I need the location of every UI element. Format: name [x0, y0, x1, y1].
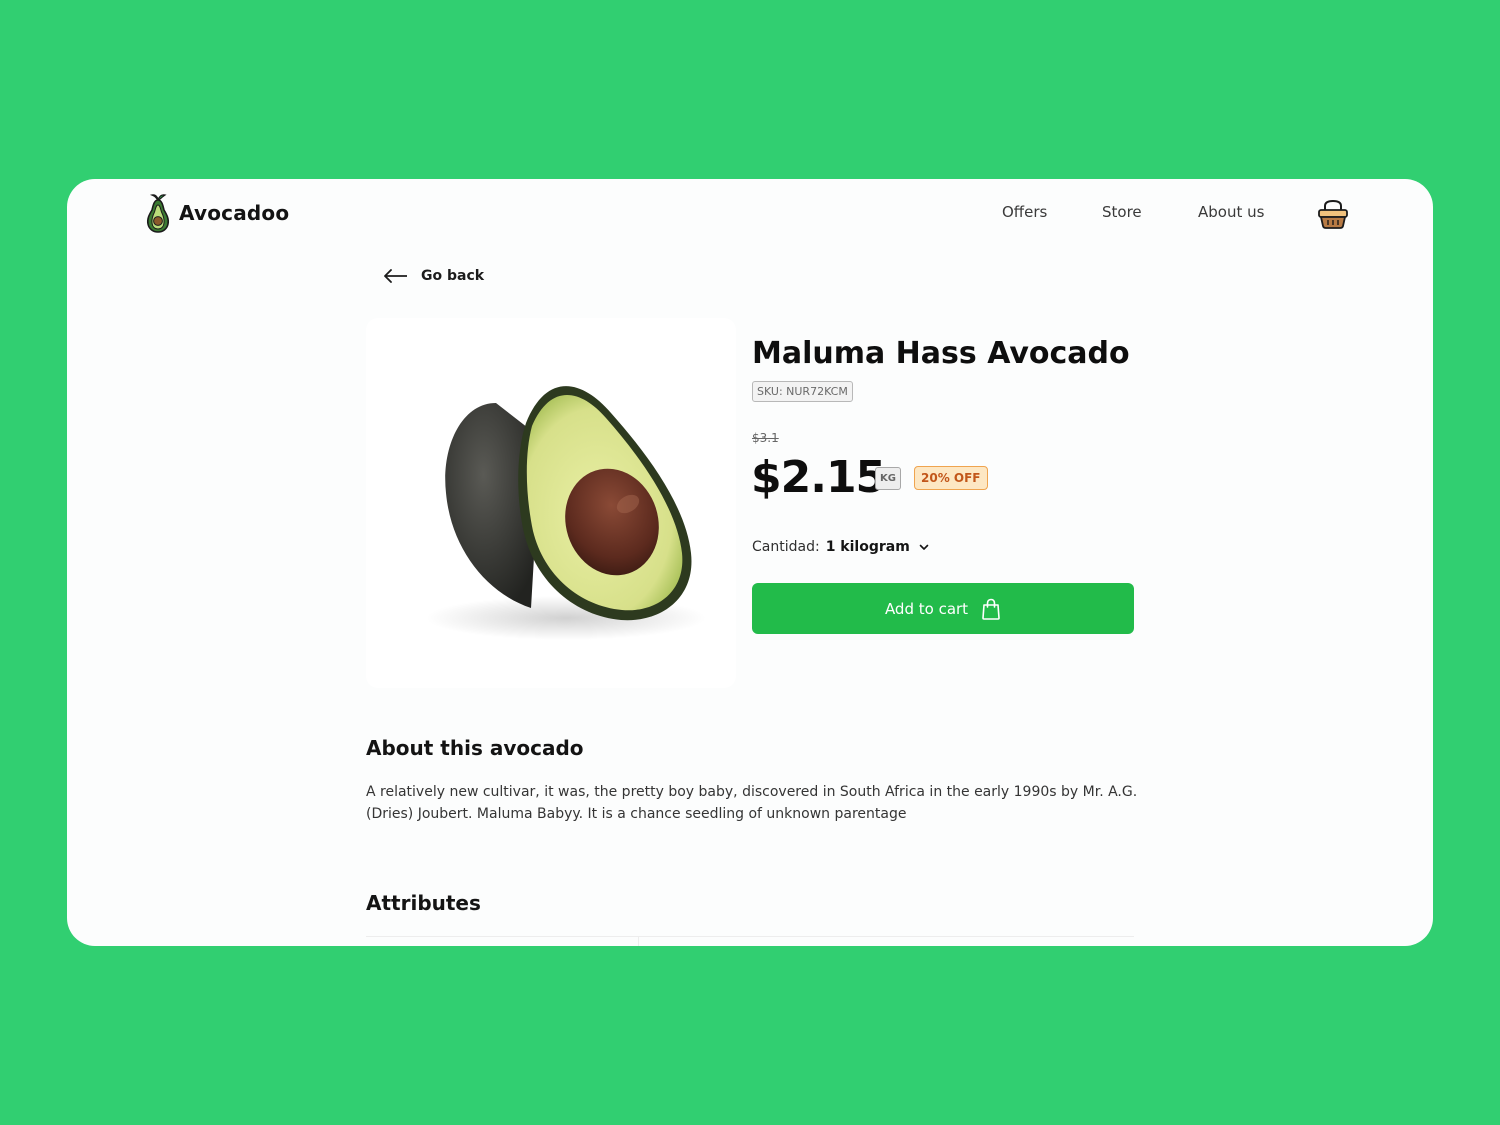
- go-back-label: Go back: [421, 268, 485, 284]
- arrow-left-icon: [384, 269, 407, 283]
- sku-badge: SKU: NUR72KCM: [752, 381, 853, 402]
- product-image: [366, 318, 736, 688]
- about-heading: About this avocado: [366, 736, 584, 760]
- shopping-bag-icon: [982, 598, 1000, 620]
- product-title: Maluma Hass Avocado: [752, 336, 1130, 371]
- attributes-table: [366, 936, 1134, 946]
- quantity-row: Cantidad: 1 kilogram: [752, 539, 929, 555]
- quantity-value: 1 kilogram: [825, 539, 910, 555]
- add-to-cart-label: Add to cart: [884, 599, 969, 618]
- nav-about-us[interactable]: About us: [1198, 203, 1264, 221]
- cart-button[interactable]: [1316, 198, 1350, 234]
- product-card: Avocadoo Offers Store About us Go back M…: [67, 179, 1433, 946]
- avocado-icon: [146, 194, 170, 233]
- nav-store[interactable]: Store: [1102, 203, 1142, 221]
- basket-icon: [1318, 199, 1348, 229]
- nav-offers[interactable]: Offers: [1002, 203, 1047, 221]
- add-to-cart-button[interactable]: Add to cart: [752, 583, 1134, 634]
- brand-logo[interactable]: Avocadoo: [145, 193, 289, 233]
- avocado-half-image: [426, 386, 706, 640]
- current-price: $2.15: [751, 452, 886, 503]
- about-text: A relatively new cultivar, it was, the p…: [366, 784, 1138, 822]
- quantity-label: Cantidad:: [752, 539, 820, 555]
- quantity-select[interactable]: 1 kilogram: [826, 539, 929, 555]
- old-price: $3.1: [752, 431, 779, 445]
- attributes-heading: Attributes: [366, 891, 481, 915]
- go-back-link[interactable]: Go back: [383, 268, 484, 284]
- brand-name: Avocadoo: [179, 201, 290, 225]
- chevron-down-icon: [919, 544, 929, 550]
- unit-badge: KG: [875, 467, 901, 490]
- table-divider: [638, 937, 639, 946]
- discount-badge: 20% OFF: [914, 466, 988, 490]
